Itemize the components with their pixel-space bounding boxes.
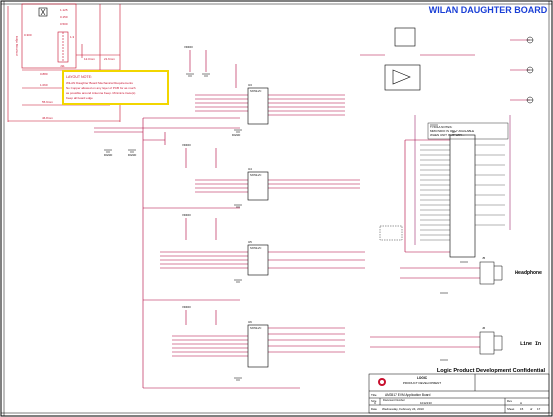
ic-part: SN74LVC [250, 246, 261, 250]
gnd-label: DGND [128, 153, 136, 157]
ic-ref: U6 [248, 320, 252, 324]
ic-chips [247, 27, 476, 368]
layout-note-line: LAYOUT NOTE: [66, 75, 92, 79]
layout-note-line: as possible around Antenna Keep. Minimiz… [66, 91, 135, 95]
ic-part: SN74LVC [250, 173, 261, 177]
company-logo [378, 378, 386, 386]
dim-label: 46.8mm [42, 116, 53, 120]
dashed-region [379, 225, 403, 241]
dim-label: 1.3 [70, 35, 75, 39]
audio-jacks [479, 261, 503, 355]
jack-ref: J6 [482, 326, 486, 330]
schematic-sheet: WILAN DAUGHTER BOARD 1.125 0.150 0.500 1… [0, 0, 553, 417]
dim-label: 0.500 [60, 22, 68, 26]
ic-connector [449, 134, 476, 258]
ic-ref: U3 [248, 83, 252, 87]
jack-ref: J5 [482, 256, 486, 260]
sheet-value: 15 [520, 407, 524, 411]
dim-label: 0.880 [40, 72, 48, 76]
jack-label: Line In [520, 341, 541, 347]
title-value: AM3517 EVM Application Board [385, 393, 431, 397]
dim-label: 12.0mm [84, 57, 95, 61]
ic-ref: U4 [248, 167, 252, 171]
ic-small-top [394, 27, 416, 47]
connector-ref: J11 [60, 64, 65, 68]
gnd-label: DGND [104, 153, 112, 157]
dim-label: 1.060 [40, 83, 48, 87]
doc-label: Document Number [383, 398, 405, 402]
title-label: Title [371, 393, 377, 397]
size-value: C [374, 401, 377, 405]
company-name: LOGIC [417, 376, 428, 380]
rev-label: Rev [507, 399, 513, 403]
vcc-label: VDDIO [182, 305, 192, 309]
sheet-title: WILAN DAUGHTER BOARD [429, 5, 548, 15]
notes-line: WHEN UNIT IS AT WIFI... [430, 133, 465, 137]
date-value: Wednesday, February 24, 2010 [382, 407, 424, 411]
jack-label: Headphone [515, 270, 542, 276]
dim-label: 0.150 [60, 15, 68, 19]
ic-regulator [384, 64, 421, 91]
date-label: Date [371, 407, 377, 411]
layout-note-line: No Copper allowed on any layer of PCB fo… [66, 86, 136, 90]
of-value: 17 [537, 407, 541, 411]
edge-label: Edge Mounted [15, 36, 19, 56]
ic-ref: U5 [248, 240, 252, 244]
ic-u3 [247, 87, 269, 125]
vcc-label: VDDIO [182, 143, 192, 147]
vcc-label: VDDIO [184, 45, 194, 49]
sheet-label: Sheet [507, 407, 515, 411]
layout-note-line: WiLAN Daughter Board Mechanical Requirem… [66, 81, 133, 85]
dim-label: 0.300 [24, 33, 32, 37]
dim-label: 21.6mm [104, 57, 115, 61]
layout-note-line: Keep all board edge [66, 96, 93, 100]
doc-value: 1012133 [420, 401, 432, 405]
ic-part: SN74LVC [250, 89, 261, 93]
dim-label: 1.125 [60, 8, 68, 12]
antenna-connectors [526, 36, 534, 104]
dim-label: 55.9mm [42, 100, 53, 104]
department: PRODUCT DEVELOPMENT [403, 381, 441, 385]
ic-part: SN74LVC [250, 326, 261, 330]
rev-value: A [520, 401, 522, 405]
gnd-label: DGND [232, 133, 240, 137]
of-label: of [530, 407, 533, 411]
vcc-label: VDDIO [182, 213, 192, 217]
ic-u6 [247, 324, 269, 368]
confidential-banner: Logic Product Development Confidential [437, 368, 546, 374]
